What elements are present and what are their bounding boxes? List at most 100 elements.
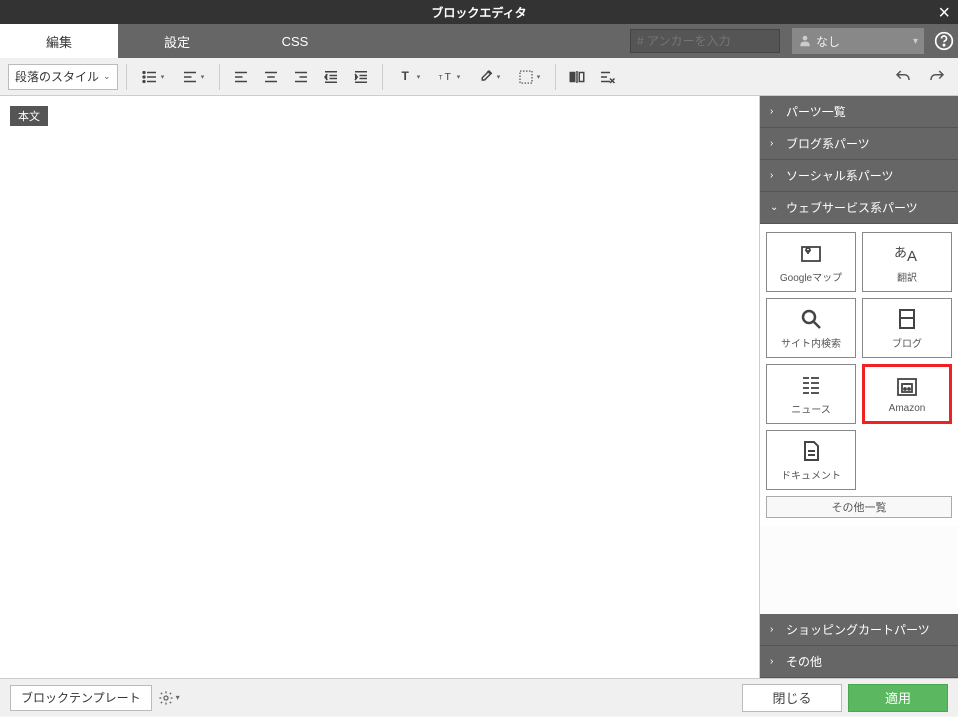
close-button[interactable]: 閉じる bbox=[742, 684, 842, 712]
eyedropper-button[interactable]: ▾ bbox=[471, 64, 507, 90]
tab-edit[interactable]: 編集 bbox=[0, 24, 118, 58]
amazon-icon bbox=[893, 375, 921, 399]
help-icon bbox=[934, 31, 954, 51]
indent-decrease-button[interactable] bbox=[318, 64, 344, 90]
document-icon bbox=[797, 439, 825, 463]
svg-text:T: T bbox=[401, 69, 409, 83]
part-amazon[interactable]: Amazon bbox=[862, 364, 952, 424]
part-label: サイト内検索 bbox=[781, 335, 841, 350]
close-icon[interactable]: × bbox=[938, 2, 950, 25]
chevron-down-icon: ▾ bbox=[457, 73, 461, 81]
editor-canvas[interactable]: 本文 bbox=[0, 96, 760, 678]
part-document[interactable]: ドキュメント bbox=[766, 430, 856, 490]
chevron-down-icon: ▾ bbox=[913, 36, 918, 47]
chevron-down-icon: ▾ bbox=[161, 73, 165, 81]
indent-decrease-icon bbox=[322, 68, 340, 86]
part-label: 翻訳 bbox=[897, 269, 917, 284]
animation-label: なし bbox=[816, 33, 840, 50]
chevron-down-icon: ▾ bbox=[497, 73, 501, 81]
other-list-button[interactable]: その他一覧 bbox=[766, 496, 952, 518]
font-size-icon: TT bbox=[437, 68, 455, 86]
acc-label: パーツ一覧 bbox=[786, 103, 846, 120]
svg-text:A: A bbox=[907, 248, 917, 265]
svg-text:T: T bbox=[444, 71, 451, 83]
acc-label: ウェブサービス系パーツ bbox=[786, 199, 918, 216]
chevron-right-icon: › bbox=[770, 624, 782, 635]
acc-social-parts[interactable]: ›ソーシャル系パーツ bbox=[760, 160, 958, 192]
acc-label: ショッピングカートパーツ bbox=[786, 621, 930, 638]
toolbar: 段落のスタイル ⌄ ▾ ▾ T ▾ TT ▾ ▾ ▾ bbox=[0, 58, 958, 96]
chevron-down-icon: ▾ bbox=[176, 693, 180, 702]
chevron-down-icon: ⌄ bbox=[103, 71, 111, 82]
acc-shopping-cart-parts[interactable]: › ショッピングカートパーツ bbox=[760, 614, 958, 646]
font-color-button[interactable]: T ▾ bbox=[391, 64, 427, 90]
svg-text:T: T bbox=[438, 74, 442, 81]
redo-icon bbox=[928, 68, 946, 86]
undo-icon bbox=[894, 68, 912, 86]
tab-css[interactable]: CSS bbox=[236, 24, 354, 58]
acc-label: その他 bbox=[786, 653, 822, 670]
news-icon bbox=[797, 373, 825, 397]
align-left-icon bbox=[232, 68, 250, 86]
gear-icon bbox=[158, 690, 174, 706]
acc-webservice-parts[interactable]: ⌄ ウェブサービス系パーツ bbox=[760, 192, 958, 224]
select-button[interactable]: ▾ bbox=[511, 64, 547, 90]
acc-other[interactable]: ›その他 bbox=[760, 646, 958, 678]
apply-button[interactable]: 適用 bbox=[848, 684, 948, 712]
svg-text:あ: あ bbox=[894, 245, 907, 260]
tab-bar: 編集 設定 CSS なし ▾ bbox=[0, 24, 958, 58]
align-center-icon bbox=[262, 68, 280, 86]
part-label: ドキュメント bbox=[781, 467, 841, 482]
acc-label: ブログ系パーツ bbox=[786, 135, 870, 152]
translate-icon: あA bbox=[893, 241, 921, 265]
align-dropdown-button[interactable]: ▾ bbox=[175, 64, 211, 90]
main-area: 本文 ›パーツ一覧 ›ブログ系パーツ ›ソーシャル系パーツ ⌄ウェブサービス系パ… bbox=[0, 96, 958, 678]
eyedropper-icon bbox=[477, 68, 495, 86]
animation-select[interactable]: なし ▾ bbox=[792, 28, 924, 54]
list-button[interactable]: ▾ bbox=[135, 64, 171, 90]
accordion: ›パーツ一覧 ›ブログ系パーツ ›ソーシャル系パーツ ⌄ウェブサービス系パーツ … bbox=[760, 96, 958, 526]
help-button[interactable] bbox=[930, 24, 958, 58]
part-label: ニュース bbox=[791, 401, 831, 416]
block-template-button[interactable]: ブロックテンプレート bbox=[10, 685, 152, 711]
tab-settings[interactable]: 設定 bbox=[118, 24, 236, 58]
font-color-icon: T bbox=[397, 68, 415, 86]
part-translate[interactable]: あA 翻訳 bbox=[862, 232, 952, 292]
indent-increase-button[interactable] bbox=[348, 64, 374, 90]
align-right-button[interactable] bbox=[288, 64, 314, 90]
part-news[interactable]: ニュース bbox=[766, 364, 856, 424]
align-icon bbox=[181, 68, 199, 86]
align-center-button[interactable] bbox=[258, 64, 284, 90]
part-label: ブログ bbox=[892, 335, 922, 350]
acc-label: ソーシャル系パーツ bbox=[786, 167, 894, 184]
acc-parts-list[interactable]: ›パーツ一覧 bbox=[760, 96, 958, 128]
chevron-right-icon: › bbox=[770, 138, 782, 149]
part-google-map[interactable]: Googleマップ bbox=[766, 232, 856, 292]
paragraph-style-label: 段落のスタイル bbox=[15, 68, 99, 85]
settings-gear-button[interactable]: ▾ bbox=[158, 690, 180, 706]
blog-icon bbox=[893, 307, 921, 331]
acc-body-webservice: Googleマップ あA 翻訳 サイト内検索 ブログ bbox=[760, 224, 958, 526]
window-title: ブロックエディタ bbox=[431, 4, 526, 21]
anchor-input[interactable] bbox=[630, 29, 780, 53]
title-bar: ブロックエディタ × bbox=[0, 0, 958, 24]
paragraph-style-dropdown[interactable]: 段落のスタイル ⌄ bbox=[8, 64, 118, 90]
indent-increase-icon bbox=[352, 68, 370, 86]
font-size-button[interactable]: TT ▾ bbox=[431, 64, 467, 90]
part-label: Amazon bbox=[889, 403, 926, 414]
chevron-down-icon: ▾ bbox=[417, 73, 421, 81]
chevron-down-icon: ⌄ bbox=[770, 202, 782, 213]
part-site-search[interactable]: サイト内検索 bbox=[766, 298, 856, 358]
redo-button[interactable] bbox=[924, 64, 950, 90]
content-label: 本文 bbox=[10, 106, 48, 126]
list-icon bbox=[141, 68, 159, 86]
part-blog[interactable]: ブログ bbox=[862, 298, 952, 358]
align-right-icon bbox=[292, 68, 310, 86]
search-icon bbox=[797, 307, 825, 331]
undo-button[interactable] bbox=[890, 64, 916, 90]
align-left-button[interactable] bbox=[228, 64, 254, 90]
chevron-down-icon: ▾ bbox=[537, 73, 541, 81]
clear-format-button[interactable] bbox=[594, 64, 620, 90]
mirror-button[interactable] bbox=[564, 64, 590, 90]
acc-blog-parts[interactable]: › ブログ系パーツ bbox=[760, 128, 958, 160]
